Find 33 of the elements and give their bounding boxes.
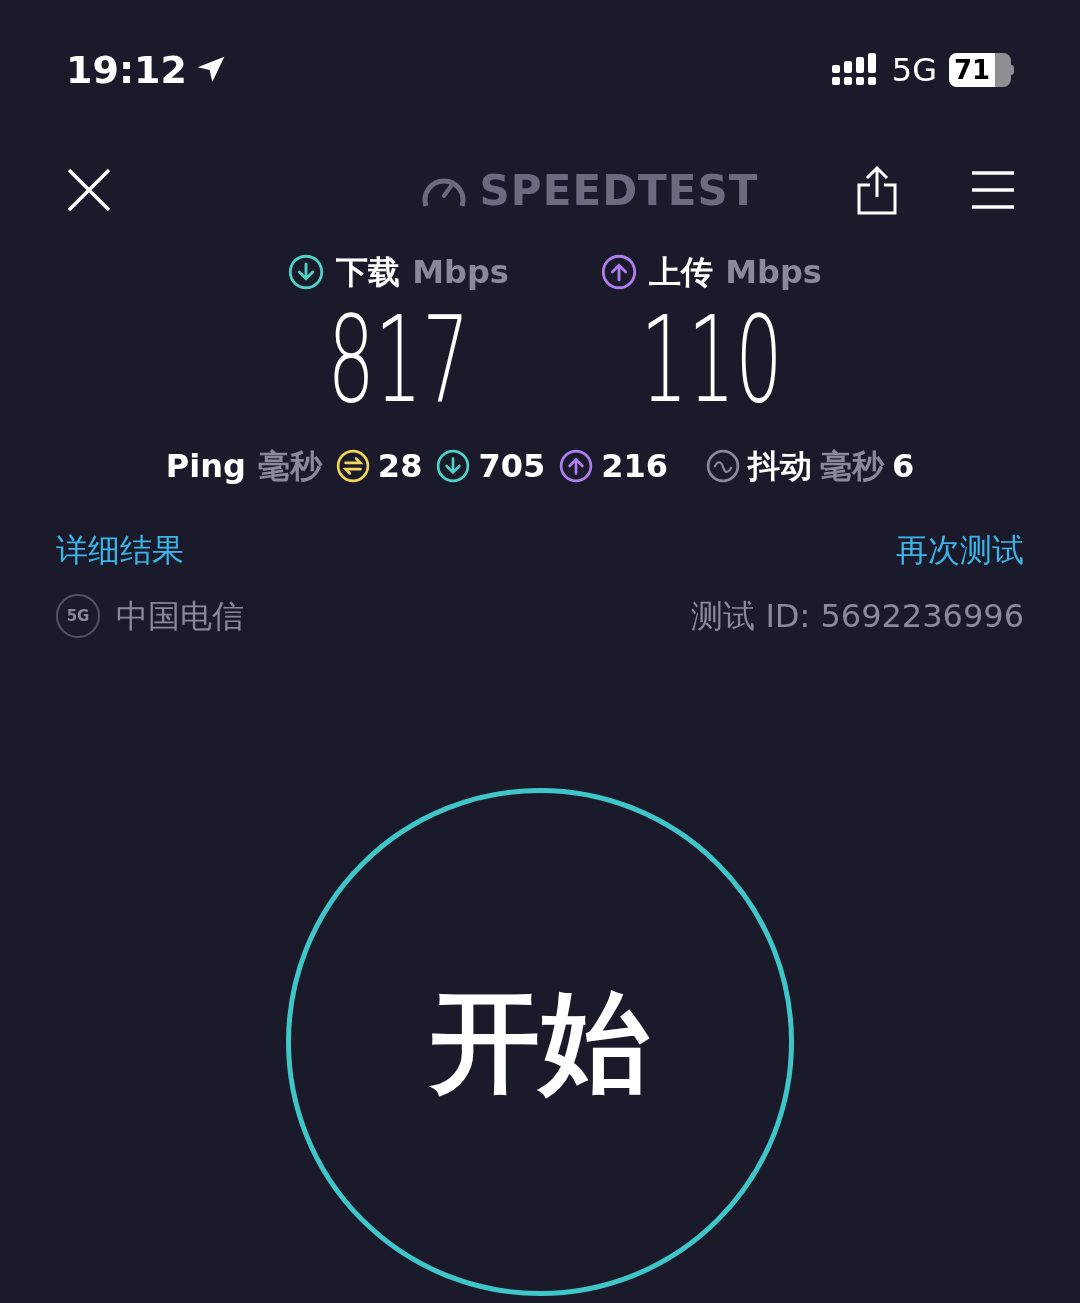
jitter-label: 抖动 — [748, 446, 812, 487]
upload-icon — [601, 254, 638, 290]
metric-label: 上传 — [649, 252, 714, 293]
unit-label: Mbps — [725, 252, 822, 293]
battery-icon: 71 — [949, 53, 1014, 87]
download-icon — [436, 449, 471, 483]
upload-icon — [559, 449, 594, 483]
detailed-results-link[interactable]: 详细结果 — [56, 526, 184, 574]
jitter-value: 6 — [892, 446, 915, 487]
share-icon[interactable] — [856, 165, 898, 215]
ping-value: 216 — [601, 446, 668, 487]
clock-time: 19:12 — [66, 46, 187, 94]
ping-icon — [335, 449, 370, 483]
app-logo-text: SPEEDTEST — [479, 164, 759, 217]
carrier-name: 中国电信 — [116, 596, 244, 637]
network-type: 5G — [891, 50, 937, 91]
ping-value: 705 — [478, 446, 546, 487]
unit-label: 毫秒 — [257, 446, 322, 487]
unit-label: 毫秒 — [820, 446, 884, 487]
menu-icon[interactable] — [972, 170, 1014, 210]
close-icon[interactable] — [66, 167, 112, 213]
ping-label: Ping — [165, 446, 246, 487]
test-again-link[interactable]: 再次测试 — [896, 526, 1024, 574]
speed-value: 817 — [327, 300, 470, 420]
network-badge: 5G — [56, 594, 100, 638]
download-icon — [288, 254, 325, 290]
jitter-icon — [706, 449, 740, 483]
start-button[interactable]: 开始 — [286, 788, 794, 1296]
test-id: 测试 ID: 5692236996 — [691, 596, 1024, 637]
ping-value: 28 — [377, 446, 423, 487]
unit-label: Mbps — [412, 252, 509, 293]
metric-label: 下载 — [336, 252, 401, 293]
speed-value: 110 — [640, 300, 783, 420]
